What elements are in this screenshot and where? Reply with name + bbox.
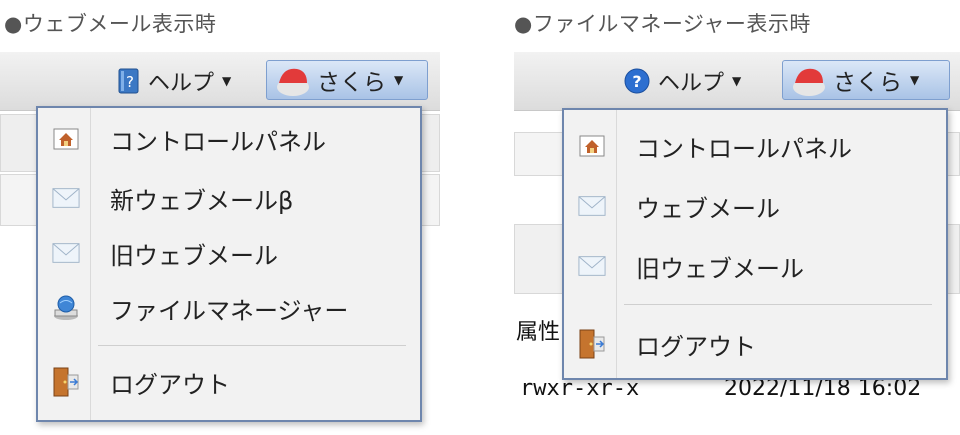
menu-item-logout[interactable]: ログアウト <box>38 354 420 410</box>
file-manager-screenshot: 属性 rwxr-xr-x 2022/11/18 16:02 ? ヘルプ ▼ さく… <box>514 52 960 435</box>
help-menu[interactable]: ? ヘルプ ▼ <box>624 66 741 96</box>
menu-item-webmail[interactable]: ウェブメール <box>564 178 946 234</box>
help-circle-icon: ? <box>624 68 650 94</box>
user-dropdown-menu: コントロールパネル 新ウェブメールβ 旧ウェブメール ファイルマネージャー ログ… <box>36 106 422 422</box>
menu-item-file-manager[interactable]: ファイルマネージャー <box>38 280 420 336</box>
menu-separator <box>98 345 406 346</box>
help-label: ヘルプ <box>658 71 725 96</box>
user-label: さくら <box>317 70 386 96</box>
avatar <box>275 63 311 97</box>
chevron-down-icon: ▼ <box>910 73 920 87</box>
menu-item-control-panel[interactable]: コントロールパネル <box>38 111 420 167</box>
mail-icon <box>52 239 80 267</box>
menu-item-old-webmail[interactable]: 旧ウェブメール <box>38 225 420 281</box>
avatar <box>791 63 827 97</box>
user-dropdown-menu: コントロールパネル ウェブメール 旧ウェブメール ログアウト <box>562 108 948 380</box>
help-label: ヘルプ <box>148 71 215 96</box>
webmail-screenshot: ? ヘルプ ▼ さくら ▼ コントロールパネル 新ウェブメールβ 旧ウェブメール… <box>0 52 440 435</box>
mail-icon <box>578 252 606 280</box>
help-book-icon: ? <box>118 68 140 94</box>
help-menu[interactable]: ? ヘルプ ▼ <box>118 66 231 96</box>
menu-item-logout[interactable]: ログアウト <box>564 316 946 372</box>
home-icon <box>52 125 80 153</box>
caption-file-manager: ●ファイルマネージャー表示時 <box>514 12 811 36</box>
home-icon <box>578 132 606 160</box>
logout-door-icon <box>52 367 80 397</box>
attr-column-header: 属性 <box>516 320 561 345</box>
svg-text:?: ? <box>126 73 134 91</box>
chevron-down-icon: ▼ <box>394 73 404 87</box>
file-manager-icon <box>52 294 80 322</box>
mail-icon <box>578 192 606 220</box>
chevron-down-icon: ▼ <box>222 74 232 88</box>
menu-separator <box>624 304 932 305</box>
caption-webmail: ●ウェブメール表示時 <box>4 12 217 36</box>
user-menu-button[interactable]: さくら ▼ <box>266 60 428 100</box>
svg-text:?: ? <box>632 72 641 91</box>
menu-item-old-webmail[interactable]: 旧ウェブメール <box>564 238 946 294</box>
user-label: さくら <box>833 70 902 96</box>
logout-door-icon <box>578 329 606 359</box>
chevron-down-icon: ▼ <box>732 74 742 88</box>
mail-icon <box>52 184 80 212</box>
user-menu-button[interactable]: さくら ▼ <box>782 60 950 100</box>
menu-item-control-panel[interactable]: コントロールパネル <box>564 118 946 174</box>
menu-item-new-webmail[interactable]: 新ウェブメールβ <box>38 170 420 226</box>
